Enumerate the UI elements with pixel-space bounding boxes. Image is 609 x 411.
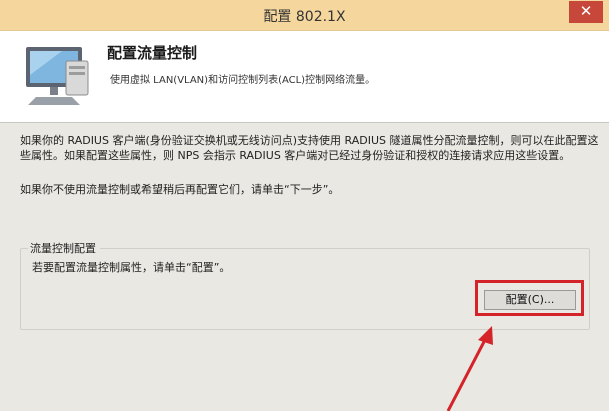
annotation-arrow	[446, 326, 493, 411]
